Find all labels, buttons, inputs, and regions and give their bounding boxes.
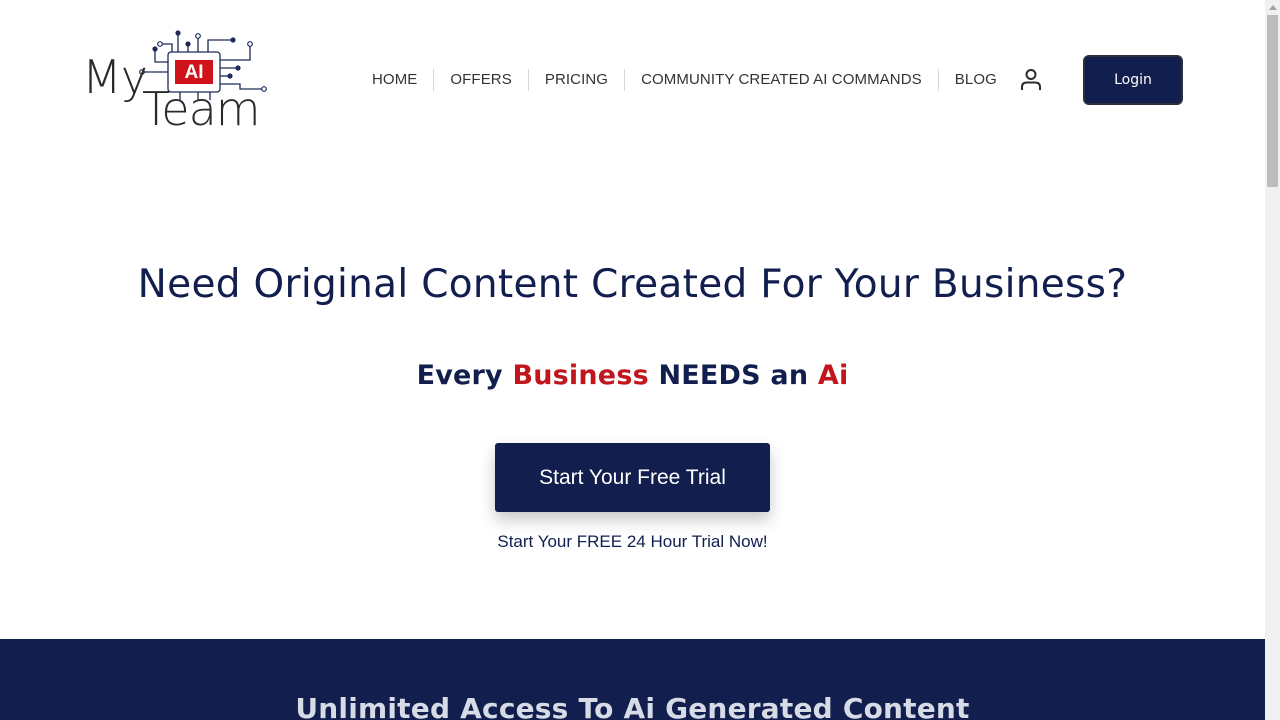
nav-blog[interactable]: BLOG bbox=[939, 69, 1013, 91]
user-account-icon[interactable] bbox=[1019, 67, 1043, 93]
features-section: Unlimited Access To Ai Generated Content bbox=[0, 639, 1265, 720]
login-button[interactable]: Login bbox=[1083, 55, 1183, 105]
subtitle-part: NEEDS an bbox=[648, 360, 818, 391]
vertical-scrollbar[interactable] bbox=[1265, 0, 1280, 720]
subtitle-part: Every bbox=[416, 360, 513, 391]
subtitle-highlight-ai: Ai bbox=[817, 360, 849, 391]
nav-pricing[interactable]: PRICING bbox=[529, 69, 624, 91]
start-free-trial-button[interactable]: Start Your Free Trial bbox=[495, 443, 770, 512]
hero-title: Need Original Content Created For Your B… bbox=[137, 262, 1128, 307]
nav-offers[interactable]: OFFERS bbox=[434, 69, 527, 91]
page: AI My Team HOME OFFERS PRICING COMMUNITY… bbox=[0, 0, 1265, 720]
main-nav: HOME OFFERS PRICING COMMUNITY CREATED AI… bbox=[356, 68, 1013, 92]
section-title: Unlimited Access To Ai Generated Content bbox=[295, 692, 970, 720]
hero-subtitle: Every Business NEEDS an Ai bbox=[0, 360, 1265, 391]
site-logo[interactable]: AI My Team bbox=[80, 28, 275, 136]
logo-text-team: Team bbox=[142, 82, 261, 136]
logo-badge-text: AI bbox=[185, 62, 204, 83]
nav-community-commands[interactable]: COMMUNITY CREATED AI COMMANDS bbox=[625, 69, 938, 91]
trial-note: Start Your FREE 24 Hour Trial Now! bbox=[497, 532, 768, 551]
scroll-up-arrow-icon[interactable] bbox=[1269, 5, 1277, 10]
site-header: AI My Team HOME OFFERS PRICING COMMUNITY… bbox=[0, 0, 1265, 160]
subtitle-highlight-business: Business bbox=[512, 360, 649, 391]
logo-text-my: My bbox=[82, 50, 148, 104]
scrollbar-thumb[interactable] bbox=[1267, 15, 1278, 187]
nav-home[interactable]: HOME bbox=[356, 69, 433, 91]
